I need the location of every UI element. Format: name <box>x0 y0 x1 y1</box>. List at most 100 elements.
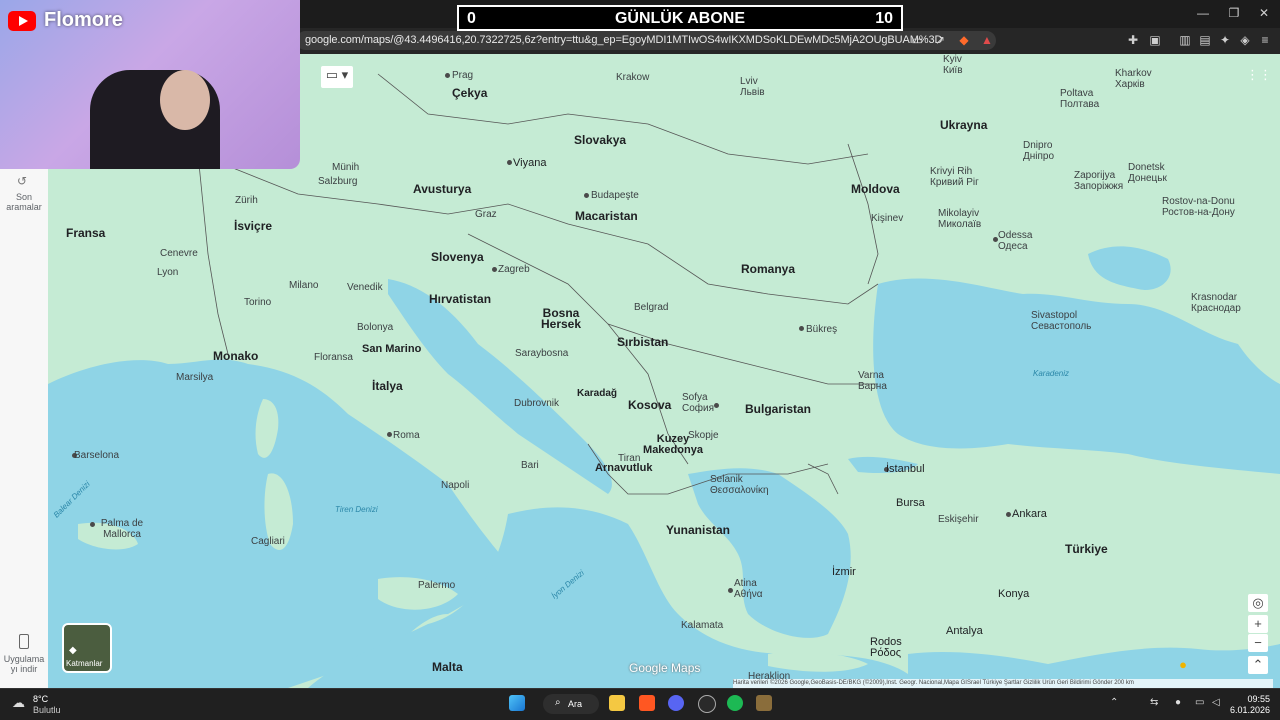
date[interactable]: 6.01.2026 <box>1222 705 1270 715</box>
city-label[interactable]: Kalamata <box>681 620 723 631</box>
city-label[interactable]: Saraybosna <box>515 348 568 359</box>
start-icon[interactable] <box>509 695 525 711</box>
minimize-icon[interactable]: — <box>1193 6 1213 20</box>
city-label[interactable]: Tiran <box>618 453 640 464</box>
history-icon[interactable]: ↺ <box>17 174 27 188</box>
city-label[interactable]: Sofya София <box>682 392 727 414</box>
phone-icon[interactable] <box>19 634 29 649</box>
share-icon[interactable]: ↗ <box>933 33 947 47</box>
country-label[interactable]: Romanya <box>741 263 795 275</box>
country-label[interactable]: Bulgaristan <box>745 403 811 415</box>
city-label[interactable]: Münih <box>332 162 359 173</box>
country-label[interactable]: Çekya <box>452 87 487 99</box>
city-label[interactable]: Bükreş <box>806 324 837 335</box>
leo-ai-icon[interactable]: ✦ <box>1218 33 1232 47</box>
city-label[interactable]: Graz <box>475 209 497 220</box>
map-type-toggle[interactable]: ▭ ▾ <box>321 66 353 88</box>
city-label[interactable]: Varna Варна <box>858 370 903 392</box>
vpn-icon[interactable]: ◈ <box>1238 33 1252 47</box>
city-label[interactable]: Kişinev <box>871 213 903 224</box>
my-location-icon[interactable]: ◎ <box>1248 594 1268 612</box>
country-label[interactable]: Macaristan <box>575 210 638 222</box>
city-label[interactable]: Napoli <box>441 480 469 491</box>
close-icon[interactable]: ✕ <box>1254 6 1274 20</box>
city-label[interactable]: Floransa <box>314 352 353 363</box>
city-label[interactable]: Milano <box>289 280 318 291</box>
country-label[interactable]: Slovenya <box>431 251 484 263</box>
maximize-icon[interactable]: ❐ <box>1224 6 1244 20</box>
clock[interactable]: 09:55 <box>1230 694 1270 704</box>
pegman-icon[interactable]: ● <box>1173 656 1193 674</box>
city-label[interactable]: Odessa Одеса <box>998 230 1043 252</box>
app-icon[interactable] <box>756 695 772 711</box>
city-label[interactable]: Zaporijya Запоріжжя <box>1074 170 1134 192</box>
country-label[interactable]: Hırvatistan <box>429 293 491 305</box>
country-label[interactable]: San Marino <box>362 344 421 355</box>
country-label[interactable]: Sırbistan <box>617 336 668 348</box>
city-label[interactable]: Palma de Mallorca <box>92 518 152 540</box>
spotify-icon[interactable] <box>727 695 743 711</box>
country-label[interactable]: Yunanistan <box>666 524 730 536</box>
city-label[interactable]: Skopje <box>688 430 719 441</box>
city-label[interactable]: İzmir <box>832 567 856 578</box>
city-label[interactable]: Roma <box>393 430 420 441</box>
city-label[interactable]: Krivyi Rih Кривий Ріг <box>930 166 990 188</box>
city-label[interactable]: Donetsk Донецьк <box>1128 162 1188 184</box>
city-label[interactable]: Cagliari <box>251 536 285 547</box>
tray-chevron-icon[interactable]: ⌃ <box>1110 697 1118 708</box>
brave-shield-icon[interactable]: ◆ <box>957 33 971 47</box>
brave-icon[interactable] <box>639 695 655 711</box>
city-label[interactable]: Mikolayiv Миколаїв <box>938 208 998 230</box>
city-label[interactable]: Kharkov Харків <box>1115 68 1175 90</box>
weather-desc[interactable]: Bulutlu <box>33 705 61 715</box>
wallet-icon[interactable]: ▤ <box>1198 33 1212 47</box>
cast-icon[interactable]: ▭ <box>910 33 924 47</box>
country-label[interactable]: Avusturya <box>413 183 471 195</box>
city-label[interactable]: Bari <box>521 460 539 471</box>
city-label[interactable]: Rodos Ρόδος <box>870 637 910 659</box>
city-label[interactable]: Salzburg <box>318 176 357 187</box>
extensions-icon[interactable]: ✚ <box>1126 33 1140 47</box>
map-attribution[interactable]: Harita verileri ©2026 Google,GeoBasis-DE… <box>733 679 1273 688</box>
volume-icon[interactable]: ◁ <box>1212 697 1220 708</box>
city-label[interactable]: İstanbul <box>886 464 925 475</box>
country-label[interactable]: Monako <box>213 350 258 362</box>
city-label[interactable]: Zürih <box>235 195 258 206</box>
layers-label[interactable]: Katmanlar <box>66 659 102 668</box>
discord-icon[interactable] <box>668 695 684 711</box>
city-label[interactable]: Kyiv Київ <box>943 54 983 76</box>
city-label[interactable]: Selanik Θεσσαλονίκη <box>710 474 780 496</box>
network-icon[interactable]: ⇆ <box>1150 697 1158 708</box>
country-label[interactable]: Malta <box>432 661 463 673</box>
city-label[interactable]: Budapeşte <box>591 190 639 201</box>
country-label[interactable]: Moldova <box>851 183 900 195</box>
city-label[interactable]: Sivastopol Севастополь <box>1031 310 1097 332</box>
city-label[interactable]: Bolonya <box>357 322 393 333</box>
city-label[interactable]: Bursa <box>896 498 925 509</box>
city-label[interactable]: Krasnodar Краснодар <box>1191 292 1257 314</box>
city-label[interactable]: Venedik <box>347 282 383 293</box>
country-label[interactable]: İsviçre <box>234 220 272 232</box>
sidebar-toggle-icon[interactable]: ▥ <box>1178 33 1192 47</box>
country-label[interactable]: İtalya <box>372 380 403 392</box>
menu-icon[interactable]: ≡ <box>1258 33 1272 47</box>
steam-icon[interactable] <box>698 695 716 713</box>
city-label[interactable]: Belgrad <box>634 302 674 313</box>
city-label[interactable]: Barselona <box>74 450 119 461</box>
city-label[interactable]: Cenevre <box>160 248 198 259</box>
zoom-in-button[interactable]: + <box>1248 615 1268 633</box>
city-label[interactable]: Atina Αθήνα <box>734 578 779 600</box>
city-label[interactable]: Viyana <box>513 158 546 169</box>
expand-icon[interactable]: ⌃ <box>1248 656 1268 674</box>
apps-icon[interactable]: ⋮⋮ <box>1246 66 1272 84</box>
city-label[interactable]: Poltava Полтава <box>1060 88 1120 110</box>
city-label[interactable]: Eskişehir <box>938 514 979 525</box>
city-label[interactable]: Rostov-na-Donu Ростов-на-Дону <box>1162 196 1237 218</box>
country-label[interactable]: Slovakya <box>574 134 626 146</box>
country-label[interactable]: Bosna Hersek <box>531 307 591 330</box>
display-icon[interactable]: ▭ <box>1195 697 1204 708</box>
city-label[interactable]: Torino <box>244 297 271 308</box>
country-label[interactable]: Fransa <box>66 227 105 239</box>
city-label[interactable]: Marsilya <box>176 372 213 383</box>
city-label[interactable]: Dnipro Дніпро <box>1023 140 1068 162</box>
